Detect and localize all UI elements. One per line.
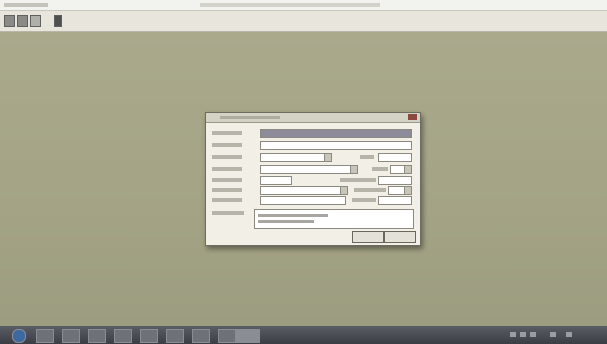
power-icon[interactable] xyxy=(566,332,572,337)
dialog-titlebar xyxy=(206,113,420,123)
field-subdropdown[interactable] xyxy=(390,165,412,174)
field-input[interactable] xyxy=(260,141,412,150)
clock[interactable] xyxy=(577,329,601,341)
notes-line xyxy=(258,214,328,217)
open-icon[interactable] xyxy=(17,15,28,27)
cancel-button[interactable] xyxy=(384,231,416,243)
field-input[interactable] xyxy=(260,196,346,205)
notes-label xyxy=(212,211,244,215)
field-row xyxy=(212,165,414,174)
app-icon[interactable] xyxy=(114,329,132,343)
field-input[interactable] xyxy=(260,176,292,185)
field-subinput[interactable] xyxy=(378,196,412,205)
settings-icon[interactable] xyxy=(54,15,62,27)
field-row xyxy=(212,141,414,150)
field-row xyxy=(212,153,414,162)
field-row xyxy=(212,186,414,195)
field-row xyxy=(212,196,414,205)
field-label xyxy=(212,188,242,192)
dialog-title xyxy=(220,116,280,119)
volume-icon[interactable] xyxy=(530,332,536,337)
toolbar xyxy=(0,11,607,32)
field-sublabel xyxy=(354,188,386,192)
field-subinput[interactable] xyxy=(378,153,412,162)
field-dropdown[interactable] xyxy=(260,153,332,162)
tray-icon[interactable] xyxy=(510,332,516,337)
notes-textarea[interactable] xyxy=(254,209,414,229)
app-icon[interactable] xyxy=(218,329,236,343)
window-titlebar xyxy=(0,0,607,11)
ie-icon[interactable] xyxy=(36,329,54,343)
field-sublabel xyxy=(352,198,376,202)
ok-button[interactable] xyxy=(352,231,384,243)
field-dropdown[interactable] xyxy=(260,186,348,195)
app-icon[interactable] xyxy=(166,329,184,343)
notes-line xyxy=(258,220,314,223)
new-icon[interactable] xyxy=(4,15,15,27)
field-label xyxy=(212,167,242,171)
close-icon[interactable] xyxy=(408,114,417,120)
field-label xyxy=(212,143,242,147)
window-title xyxy=(4,3,48,7)
field-sublabel xyxy=(340,178,376,182)
field-row xyxy=(212,129,414,138)
network-icon[interactable] xyxy=(520,332,526,337)
flag-icon[interactable] xyxy=(550,332,556,337)
field-label xyxy=(212,131,242,135)
app-icon-active[interactable] xyxy=(236,329,260,343)
field-label xyxy=(212,198,242,202)
field-subdropdown[interactable] xyxy=(388,186,412,195)
folder-icon[interactable] xyxy=(62,329,80,343)
title-strip xyxy=(200,3,380,7)
field-dropdown[interactable] xyxy=(260,165,358,174)
field-input[interactable] xyxy=(260,129,412,138)
taskbar xyxy=(0,326,607,344)
field-label xyxy=(212,178,242,182)
field-sublabel xyxy=(360,155,374,159)
app-icon[interactable] xyxy=(192,329,210,343)
start-icon[interactable] xyxy=(12,329,26,343)
properties-dialog xyxy=(205,112,421,246)
field-label xyxy=(212,155,242,159)
field-subinput[interactable] xyxy=(378,176,412,185)
field-row xyxy=(212,176,414,185)
app-icon[interactable] xyxy=(140,329,158,343)
save-icon[interactable] xyxy=(30,15,41,27)
field-sublabel xyxy=(372,167,388,171)
media-icon[interactable] xyxy=(88,329,106,343)
